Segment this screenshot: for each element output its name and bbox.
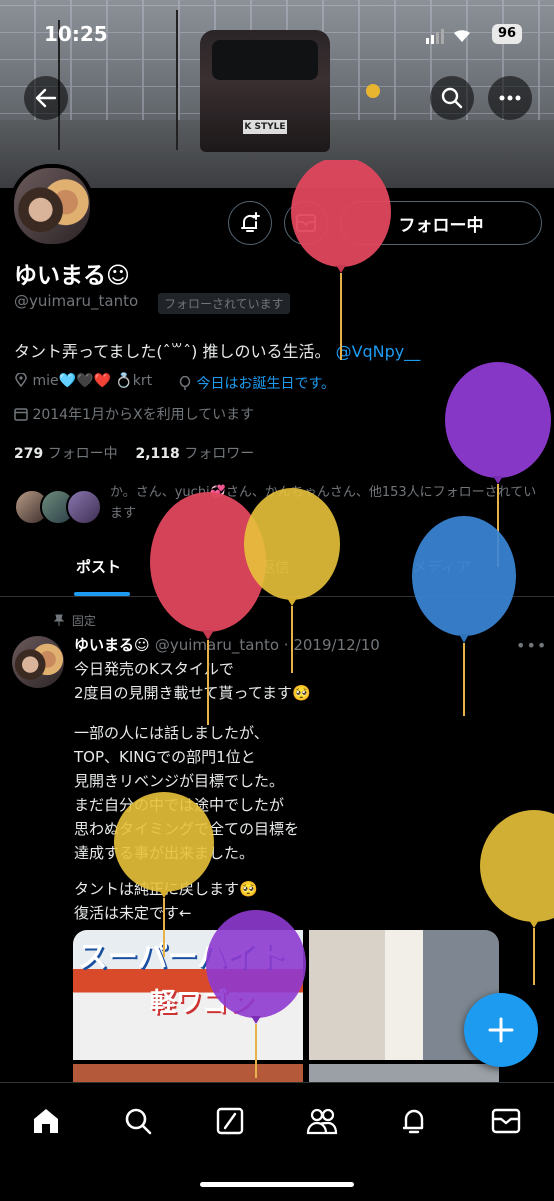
post-text-line: 今日発売のKスタイルで: [74, 660, 234, 678]
profile-bio: タント弄ってました(ˆ꒳ˆ) 推しのいる生活。 @VqNpy__: [14, 338, 420, 362]
pinned-text: 固定: [71, 614, 96, 628]
post-text-line: 思わぬタイミングで全ての目標を: [74, 820, 300, 838]
following-link[interactable]: 279 フォロー中: [14, 446, 118, 462]
tab-replies[interactable]: 返信: [260, 556, 290, 577]
nav-communities[interactable]: [302, 1101, 342, 1141]
home-icon: [34, 1109, 58, 1133]
followers-link[interactable]: 2,118 フォロワー: [136, 446, 255, 462]
post-author[interactable]: ゆいまる☺︎: [74, 636, 150, 654]
post-more-icon[interactable]: •••: [516, 636, 547, 655]
banner-light-stand: [176, 10, 178, 150]
envelope-icon: [296, 214, 316, 232]
post-text-line: 見開きリベンジが目標でした。: [74, 772, 285, 790]
following-label: フォロー中: [47, 446, 118, 462]
profile-birthday: 今日はお誕生日です。: [178, 373, 335, 393]
post-text-line: TOP、KINGでの部門1位と: [74, 748, 256, 766]
nav-home[interactable]: [26, 1101, 66, 1141]
profile-location: mie🩵🖤❤️ 💍krt: [14, 372, 153, 389]
banner-car-window: [212, 40, 318, 80]
nav-search[interactable]: [118, 1101, 158, 1141]
post-text-line: 2度目の見開き載せて貰ってます🥺: [74, 684, 311, 702]
arrow-left-icon: [35, 88, 57, 108]
joined-text: 2014年1月からXを利用しています: [32, 407, 255, 423]
nav-notifications[interactable]: [394, 1101, 434, 1141]
following-button[interactable]: フォロー中: [340, 201, 542, 245]
plus-icon: [488, 1017, 514, 1043]
bell-plus-icon: [241, 212, 260, 232]
search-button[interactable]: [430, 76, 474, 120]
post-meta: @yuimaru_tanto · 2019/12/10: [154, 636, 380, 654]
communities-icon: [306, 1108, 338, 1135]
post-header: ゆいまる☺︎ @yuimaru_tanto · 2019/12/10: [74, 634, 380, 655]
followed-by-text[interactable]: か。さん、yuchi💞さん、かんちゃんさん、他153人にフォローされています: [110, 482, 540, 524]
profile-joined: 2014年1月からXを利用しています: [14, 404, 254, 424]
active-tab-indicator: [74, 592, 130, 596]
pin-icon: [53, 614, 65, 626]
battery-indicator: 96: [492, 24, 522, 44]
profile-name: ゆいまる☺︎: [14, 263, 130, 289]
pinned-label: 固定: [53, 612, 96, 629]
nav-grok[interactable]: [210, 1101, 250, 1141]
post-text-line: 達成する事が出来ました。: [74, 844, 255, 862]
mail-icon: [491, 1108, 521, 1134]
tab-media[interactable]: メディア: [412, 556, 471, 577]
home-indicator: [200, 1182, 354, 1187]
post-avatar[interactable]: [12, 636, 64, 688]
follows-you-badge: フォローされています: [158, 293, 290, 314]
post-text-line: 一部の人には話しましたが、: [74, 724, 269, 742]
bio-mention-link[interactable]: @VqNpy__: [336, 342, 421, 361]
birthday-text: 今日はお誕生日です。: [196, 376, 336, 392]
more-icon: [499, 95, 521, 101]
more-button[interactable]: [488, 76, 532, 120]
back-button[interactable]: [24, 76, 68, 120]
followers-count: 2,118: [135, 446, 180, 462]
profile-tabs: ポスト 返信 メディア: [0, 540, 554, 597]
notify-button[interactable]: [228, 201, 272, 245]
nav-messages[interactable]: [486, 1101, 526, 1141]
status-time: 10:25: [44, 22, 108, 46]
post-image-text: 軽ワゴン: [150, 988, 255, 1018]
tab-posts[interactable]: ポスト: [76, 556, 121, 577]
followers-label: フォロワー: [184, 446, 255, 462]
follow-counts: 279 フォロー中 2,118 フォロワー: [14, 443, 254, 463]
follower-avatar: [66, 489, 102, 525]
search-icon: [441, 87, 463, 109]
search-icon: [125, 1108, 152, 1135]
post-image[interactable]: [309, 1064, 499, 1082]
post-text-line: 復活は未定です←: [74, 904, 192, 922]
signal-icon: [426, 28, 482, 48]
following-count: 279: [14, 446, 44, 462]
compose-button[interactable]: [464, 993, 538, 1067]
post-text-line: まだ自分の中では途中でしたが: [74, 796, 285, 814]
bell-icon: [402, 1109, 424, 1134]
location-pin-icon: [15, 372, 27, 388]
post-image-text: スーパーハイト: [78, 940, 287, 975]
banner-plate: K STYLE: [243, 120, 287, 134]
post-image[interactable]: [73, 1064, 303, 1082]
post-text-line: タントは純正に戻します🥺: [74, 880, 258, 898]
profile-handle: @yuimaru_tanto: [14, 292, 139, 310]
bio-text: タント弄ってました(ˆ꒳ˆ) 推しのいる生活。: [14, 342, 331, 361]
location-text: mie🩵🖤❤️ 💍krt: [32, 373, 153, 389]
calendar-icon: [14, 408, 28, 421]
grok-icon: [216, 1107, 244, 1135]
profile-avatar[interactable]: [10, 164, 94, 248]
balloon-small-yellow: [366, 84, 380, 98]
message-button[interactable]: [284, 201, 328, 245]
balloon-icon: [179, 375, 191, 390]
